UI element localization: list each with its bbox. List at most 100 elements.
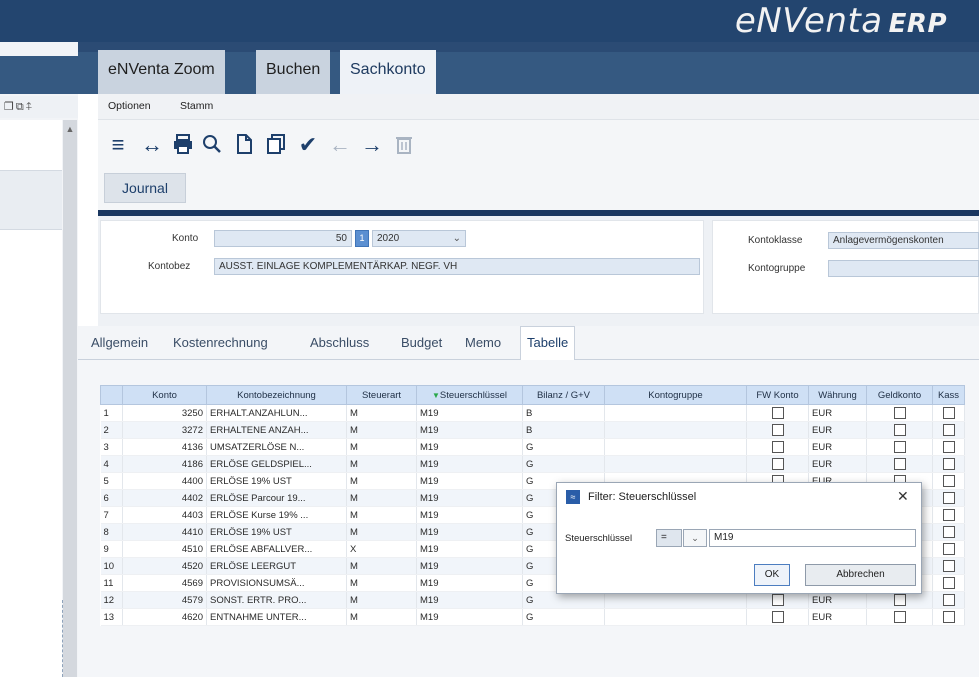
cell-fw-konto xyxy=(746,438,809,456)
left-pane-scrollbar[interactable] xyxy=(63,120,77,677)
fw-konto-checkbox[interactable] xyxy=(771,441,784,453)
year-value: 2020 xyxy=(377,233,400,244)
kasse-checkbox[interactable] xyxy=(942,509,955,521)
fw-konto-checkbox[interactable] xyxy=(771,611,784,623)
table-row[interactable]: 3 4136 UMSATZERLÖSE N... M M19 G EUR xyxy=(100,438,965,456)
subtab-memo[interactable]: Memo xyxy=(462,330,504,356)
restore-icon[interactable]: ❐ xyxy=(4,101,16,113)
filter-value-input[interactable]: M19 xyxy=(709,529,916,547)
col-header-waehrung[interactable]: Währung xyxy=(808,385,867,405)
col-header-steuerart[interactable]: Steuerart xyxy=(346,385,417,405)
cell-kasse xyxy=(932,472,965,490)
subtab-allgemein[interactable]: Allgemein xyxy=(88,330,151,356)
kasse-checkbox[interactable] xyxy=(942,560,955,572)
chevron-down-icon[interactable]: ⌄ xyxy=(683,529,707,547)
table-row[interactable]: 12 4579 SONST. ERTR. PRO... M M19 G EUR xyxy=(100,591,965,609)
table-row[interactable]: 4 4186 ERLÖSE GELDSPIEL... M M19 G EUR xyxy=(100,455,965,473)
table-row[interactable]: 1 3250 ERHALT.ANZAHLUN... M M19 B EUR xyxy=(100,404,965,422)
operator-select[interactable]: = xyxy=(656,529,682,547)
forward-arrow-icon[interactable]: → xyxy=(360,133,384,157)
expand-icon[interactable]: ↔ xyxy=(140,133,164,157)
cell-bilanz: B xyxy=(522,421,605,439)
maximize-icon[interactable]: ⧉ xyxy=(16,101,26,113)
year-select[interactable]: 2020 ⌄ xyxy=(372,230,466,247)
subtab-tabelle[interactable]: Tabelle xyxy=(520,326,576,360)
kontoklasse-field[interactable]: Anlagevermögenskonten xyxy=(828,232,979,249)
close-icon[interactable]: ✕ xyxy=(897,488,909,505)
fw-konto-checkbox[interactable] xyxy=(771,407,784,419)
kasse-checkbox[interactable] xyxy=(942,611,955,623)
tab-sachkonto[interactable]: Sachkonto xyxy=(340,50,436,94)
kasse-checkbox[interactable] xyxy=(942,594,955,606)
cell-steuerart: M xyxy=(346,455,417,473)
kasse-checkbox[interactable] xyxy=(942,577,955,589)
geldkonto-checkbox[interactable] xyxy=(893,594,906,606)
cell-steuerschluessel: M19 xyxy=(416,523,523,541)
col-header-fw-konto[interactable]: FW Konto xyxy=(746,385,809,405)
geldkonto-checkbox[interactable] xyxy=(893,424,906,436)
search-icon[interactable] xyxy=(200,133,224,157)
row-number: 7 xyxy=(100,506,123,524)
kasse-checkbox[interactable] xyxy=(942,475,955,487)
journal-button[interactable]: Journal xyxy=(104,173,186,203)
col-header-kontobezeichnung[interactable]: Kontobezeichnung xyxy=(206,385,347,405)
cell-konto: 4579 xyxy=(122,591,207,609)
row-number: 8 xyxy=(100,523,123,541)
geldkonto-checkbox[interactable] xyxy=(893,611,906,623)
col-header-konto[interactable]: Konto xyxy=(122,385,207,405)
check-icon[interactable]: ✔ xyxy=(296,133,320,157)
col-header-geldkonto[interactable]: Geldkonto xyxy=(866,385,933,405)
delete-icon[interactable] xyxy=(392,133,416,157)
fw-konto-checkbox[interactable] xyxy=(771,594,784,606)
scroll-up-icon[interactable]: ▲ xyxy=(63,120,77,138)
col-header-steuerschluessel[interactable]: ▼Steuerschlüssel xyxy=(416,385,523,405)
spin-value: 1 xyxy=(359,233,365,243)
konto-field[interactable]: 50 xyxy=(214,230,352,247)
fw-konto-checkbox[interactable] xyxy=(771,424,784,436)
kasse-checkbox[interactable] xyxy=(942,407,955,419)
subtab-kostenrechnung[interactable]: Kostenrechnung xyxy=(170,330,271,356)
ok-button[interactable]: OK xyxy=(754,564,790,586)
kasse-checkbox[interactable] xyxy=(942,424,955,436)
row-number: 4 xyxy=(100,455,123,473)
kasse-checkbox[interactable] xyxy=(942,458,955,470)
print-icon[interactable] xyxy=(171,133,195,157)
pin-icon[interactable]: ⍏ xyxy=(26,101,35,113)
fw-konto-checkbox[interactable] xyxy=(771,458,784,470)
tab-enventa-zoom[interactable]: eNVenta Zoom xyxy=(98,50,225,94)
kasse-checkbox[interactable] xyxy=(942,543,955,555)
table-row[interactable]: 2 3272 ERHALTENE ANZAH... M M19 B EUR xyxy=(100,421,965,439)
splitter-handle[interactable] xyxy=(62,600,76,677)
kontobez-field[interactable]: AUSST. EINLAGE KOMPLEMENTÄRKAP. NEGF. VH xyxy=(214,258,700,275)
kontogruppe-field[interactable] xyxy=(828,260,979,277)
subtab-budget[interactable]: Budget xyxy=(398,330,445,356)
menu-icon[interactable]: ≡ xyxy=(106,133,130,157)
col-header-bilanz[interactable]: Bilanz / G+V xyxy=(522,385,605,405)
cell-steuerschluessel: M19 xyxy=(416,540,523,558)
table-row[interactable]: 13 4620 ENTNAHME UNTER... M M19 G EUR xyxy=(100,608,965,626)
menu-stamm[interactable]: Stamm xyxy=(180,100,213,112)
kasse-checkbox[interactable] xyxy=(942,492,955,504)
tab-buchen[interactable]: Buchen xyxy=(256,50,331,94)
row-number: 6 xyxy=(100,489,123,507)
cancel-button[interactable]: Abbrechen xyxy=(805,564,916,586)
cell-kasse xyxy=(932,608,965,626)
kasse-checkbox[interactable] xyxy=(942,441,955,453)
cell-steuerschluessel: M19 xyxy=(416,421,523,439)
geldkonto-checkbox[interactable] xyxy=(893,407,906,419)
cell-kasse xyxy=(932,489,965,507)
col-header-kasse[interactable]: Kass xyxy=(932,385,965,405)
new-document-icon[interactable] xyxy=(232,133,256,157)
back-arrow-icon[interactable]: ← xyxy=(328,133,352,157)
kasse-checkbox[interactable] xyxy=(942,526,955,538)
geldkonto-checkbox[interactable] xyxy=(893,458,906,470)
left-pane-window-controls[interactable]: ❐⧉⍏ xyxy=(0,96,78,118)
cell-steuerart: M xyxy=(346,591,417,609)
left-pane-selected-row[interactable] xyxy=(0,170,62,230)
geldkonto-checkbox[interactable] xyxy=(893,441,906,453)
menu-optionen[interactable]: Optionen xyxy=(108,100,151,112)
konto-spin-button[interactable]: 1 xyxy=(355,230,369,247)
col-header-kontogruppe[interactable]: Kontogruppe xyxy=(604,385,747,405)
subtab-abschluss[interactable]: Abschluss xyxy=(307,330,372,356)
copy-icon[interactable] xyxy=(264,133,288,157)
